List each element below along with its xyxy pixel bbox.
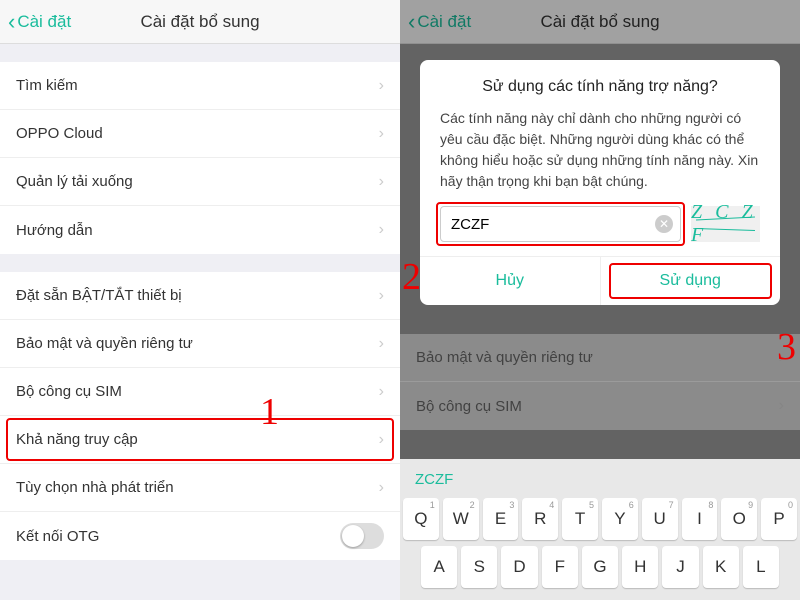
header-left: ‹ Cài đặt Cài đặt bổ sung bbox=[0, 0, 400, 44]
chevron-right-icon: › bbox=[379, 431, 384, 449]
chevron-right-icon: › bbox=[379, 125, 384, 143]
key-f[interactable]: F bbox=[542, 546, 578, 588]
key-w[interactable]: 2W bbox=[443, 498, 479, 540]
dialog-title: Sử dụng các tính năng trợ năng? bbox=[440, 78, 760, 96]
chevron-right-icon: › bbox=[379, 77, 384, 95]
annotation-1: 1 bbox=[260, 390, 279, 434]
captcha-row: ✕ Z C Z F bbox=[440, 206, 760, 242]
chevron-right-icon: › bbox=[379, 173, 384, 191]
key-e[interactable]: 3E bbox=[483, 498, 519, 540]
annotation-2: 2 bbox=[402, 255, 421, 299]
chevron-left-icon: ‹ bbox=[8, 9, 15, 35]
otg-toggle[interactable] bbox=[340, 523, 384, 549]
annotation-3: 3 bbox=[777, 325, 796, 369]
dialog-buttons: Hủy Sử dụng bbox=[420, 256, 780, 305]
row-oppo-cloud[interactable]: OPPO Cloud› bbox=[0, 110, 400, 158]
keyboard-suggestion[interactable]: ZCZF bbox=[403, 465, 797, 498]
chevron-right-icon: › bbox=[379, 479, 384, 497]
row-downloads[interactable]: Quản lý tải xuống› bbox=[0, 158, 400, 206]
row-otg[interactable]: Kết nối OTG bbox=[0, 512, 400, 560]
clear-icon[interactable]: ✕ bbox=[655, 215, 673, 233]
key-g[interactable]: G bbox=[582, 546, 618, 588]
chevron-right-icon: › bbox=[379, 221, 384, 239]
back-button[interactable]: ‹ Cài đặt bbox=[0, 9, 71, 35]
key-j[interactable]: J bbox=[662, 546, 698, 588]
keyboard-row-1: 1Q2W3E4R5T6Y7U8I9O0P bbox=[403, 498, 797, 540]
key-l[interactable]: L bbox=[743, 546, 779, 588]
key-i[interactable]: 8I bbox=[682, 498, 718, 540]
captcha-image: Z C Z F bbox=[691, 206, 760, 242]
settings-group-2: Đặt sẵn BẬT/TẮT thiết bị› Bảo mật và quy… bbox=[0, 272, 400, 560]
key-q[interactable]: 1Q bbox=[403, 498, 439, 540]
row-sim-toolkit[interactable]: Bộ công cụ SIM› bbox=[0, 368, 400, 416]
key-d[interactable]: D bbox=[501, 546, 537, 588]
key-s[interactable]: S bbox=[461, 546, 497, 588]
captcha-input[interactable] bbox=[440, 206, 681, 242]
key-a[interactable]: A bbox=[421, 546, 457, 588]
dialog-text: Các tính năng này chỉ dành cho những ngư… bbox=[440, 108, 760, 192]
chevron-right-icon: › bbox=[379, 287, 384, 305]
row-search[interactable]: Tìm kiếm› bbox=[0, 62, 400, 110]
back-label: Cài đặt bbox=[17, 12, 71, 32]
key-y[interactable]: 6Y bbox=[602, 498, 638, 540]
key-u[interactable]: 7U bbox=[642, 498, 678, 540]
row-guide[interactable]: Hướng dẫn› bbox=[0, 206, 400, 254]
cancel-button[interactable]: Hủy bbox=[420, 257, 601, 305]
left-screen: ‹ Cài đặt Cài đặt bổ sung Tìm kiếm› OPPO… bbox=[0, 0, 400, 600]
confirm-button[interactable]: Sử dụng bbox=[601, 257, 781, 305]
key-r[interactable]: 4R bbox=[522, 498, 558, 540]
keyboard-row-2: ASDFGHJKL bbox=[403, 546, 797, 588]
key-t[interactable]: 5T bbox=[562, 498, 598, 540]
key-h[interactable]: H bbox=[622, 546, 658, 588]
row-accessibility[interactable]: Khả năng truy cập› bbox=[0, 416, 400, 464]
accessibility-dialog: Sử dụng các tính năng trợ năng? Các tính… bbox=[420, 60, 780, 305]
chevron-right-icon: › bbox=[379, 335, 384, 353]
row-schedule-power[interactable]: Đặt sẵn BẬT/TẮT thiết bị› bbox=[0, 272, 400, 320]
chevron-right-icon: › bbox=[379, 383, 384, 401]
row-developer[interactable]: Tùy chọn nhà phát triển› bbox=[0, 464, 400, 512]
key-o[interactable]: 9O bbox=[721, 498, 757, 540]
keyboard: ZCZF 1Q2W3E4R5T6Y7U8I9O0P ASDFGHJKL bbox=[400, 459, 800, 600]
settings-group-1: Tìm kiếm› OPPO Cloud› Quản lý tải xuống›… bbox=[0, 62, 400, 254]
key-k[interactable]: K bbox=[703, 546, 739, 588]
right-screen: ‹ Cài đặt Cài đặt bổ sung Bảo mật và quy… bbox=[400, 0, 800, 600]
key-p[interactable]: 0P bbox=[761, 498, 797, 540]
row-security[interactable]: Bảo mật và quyền riêng tư› bbox=[0, 320, 400, 368]
